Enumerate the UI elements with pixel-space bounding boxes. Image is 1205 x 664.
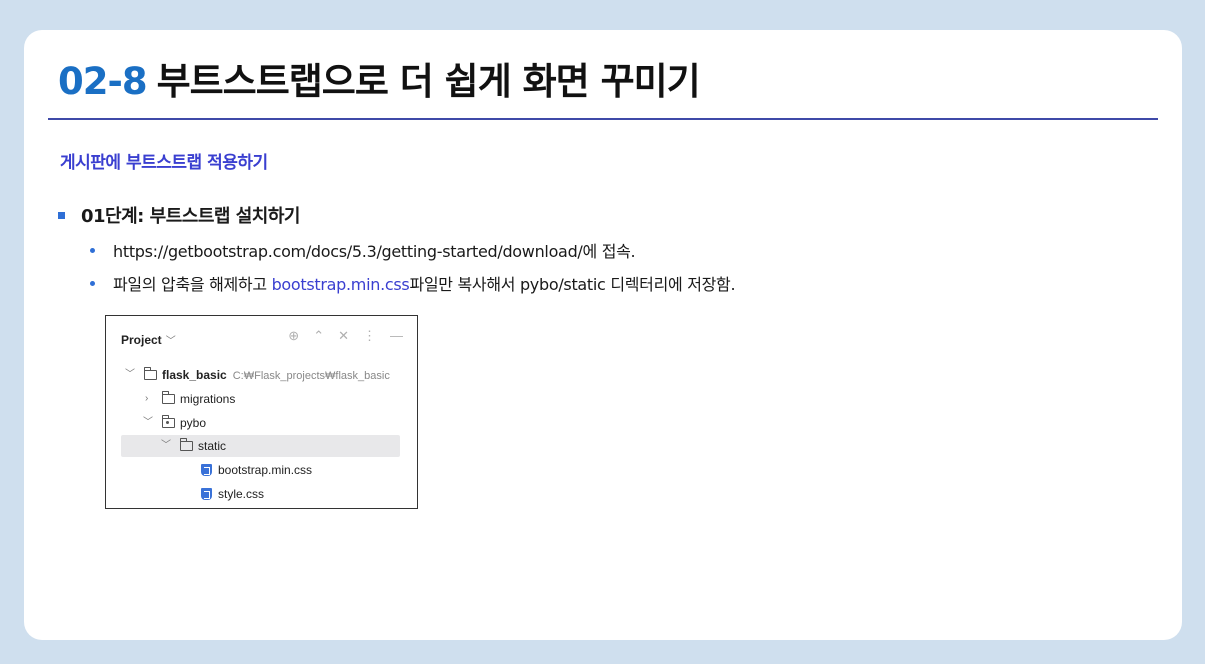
title-text: 부트스트랩으로 더 쉽게 화면 꾸미기 bbox=[156, 60, 701, 103]
tree-row-bootstrap-css[interactable]: bootstrap.min.css bbox=[106, 459, 417, 481]
tree-label: flask_basic C:₩Flask_projects₩flask_basic bbox=[162, 364, 390, 387]
project-panel-title[interactable]: Project ﹀ bbox=[121, 332, 176, 347]
chevron-right-icon[interactable]: › bbox=[145, 388, 148, 410]
chevron-down-icon[interactable]: ﹀ bbox=[125, 364, 135, 386]
folder-icon bbox=[143, 367, 157, 380]
tree-label: style.css bbox=[218, 487, 265, 501]
panel-toolbar: ⊕ ⌃ ✕ ⋮ — bbox=[288, 328, 403, 344]
bullet-text-before: 파일의 압축을 해제하고 bbox=[113, 275, 272, 294]
locate-icon[interactable]: ⊕ bbox=[288, 328, 299, 344]
more-options-icon[interactable]: ⋮ bbox=[363, 328, 376, 344]
title-number: 02-8 bbox=[58, 60, 148, 103]
tree-label: migrations bbox=[180, 392, 236, 406]
minimize-icon[interactable]: — bbox=[390, 328, 403, 344]
css-file-icon bbox=[201, 488, 212, 500]
bullet-item: https://getbootstrap.com/docs/5.3/gettin… bbox=[90, 238, 636, 262]
project-title-label: Project bbox=[121, 333, 162, 347]
chevron-down-icon: ﹀ bbox=[165, 336, 176, 347]
slide-title: 02-8 부트스트랩으로 더 쉽게 화면 꾸미기 bbox=[58, 58, 701, 106]
square-bullet-icon bbox=[58, 211, 65, 219]
bullet-text: https://getbootstrap.com/docs/5.3/gettin… bbox=[113, 242, 636, 261]
collapse-all-icon[interactable]: ✕ bbox=[338, 328, 349, 344]
tree-label-text: flask_basic bbox=[162, 368, 227, 382]
chevron-down-icon[interactable]: ﹀ bbox=[143, 412, 153, 434]
project-panel-screenshot: Project ﹀ ⊕ ⌃ ✕ ⋮ — ﹀ flask_basic C:₩Flask… bbox=[105, 315, 418, 509]
tree-row-migrations[interactable]: › migrations bbox=[106, 388, 417, 410]
section-subtitle: 게시판에 부트스트랩 적용하기 bbox=[60, 153, 268, 173]
step-text: 01단계: 부트스트랩 설치하기 bbox=[81, 206, 300, 227]
title-divider bbox=[48, 118, 1158, 120]
package-dot bbox=[166, 421, 169, 424]
slide-card: 02-8 부트스트랩으로 더 쉽게 화면 꾸미기 게시판에 부트스트랩 적용하기 … bbox=[24, 30, 1182, 640]
tree-row-style-css[interactable]: style.css bbox=[106, 483, 417, 505]
chevron-down-icon[interactable]: ﹀ bbox=[161, 435, 171, 457]
bootstrap-file-link: bootstrap.min.css bbox=[271, 275, 410, 294]
tree-label: bootstrap.min.css bbox=[218, 463, 313, 477]
css-file-icon bbox=[201, 464, 212, 476]
tree-row-pybo[interactable]: ﹀ pybo bbox=[106, 412, 417, 434]
tree-row-flask-basic[interactable]: ﹀ flask_basic C:₩Flask_projects₩flask_bas… bbox=[106, 364, 417, 386]
dot-bullet-icon bbox=[90, 248, 95, 253]
expand-all-icon[interactable]: ⌃ bbox=[313, 328, 324, 344]
tree-row-static[interactable]: ﹀ static bbox=[121, 435, 400, 457]
step-heading: 01단계: 부트스트랩 설치하기 bbox=[58, 202, 300, 228]
folder-icon bbox=[161, 391, 175, 404]
project-path: C:₩Flask_projects₩flask_basic bbox=[232, 370, 390, 382]
tree-label: static bbox=[198, 439, 227, 453]
package-folder-icon bbox=[161, 415, 175, 428]
bullet-item: 파일의 압축을 해제하고 bootstrap.min.css파일만 복사해서 p… bbox=[90, 271, 736, 295]
folder-icon bbox=[179, 438, 193, 451]
tree-label: pybo bbox=[180, 416, 207, 430]
dot-bullet-icon bbox=[90, 281, 95, 286]
project-panel-header: Project ﹀ ⊕ ⌃ ✕ ⋮ — bbox=[106, 316, 417, 360]
bullet-text-after: 파일만 복사해서 pybo/static 디렉터리에 저장함. bbox=[409, 275, 736, 294]
